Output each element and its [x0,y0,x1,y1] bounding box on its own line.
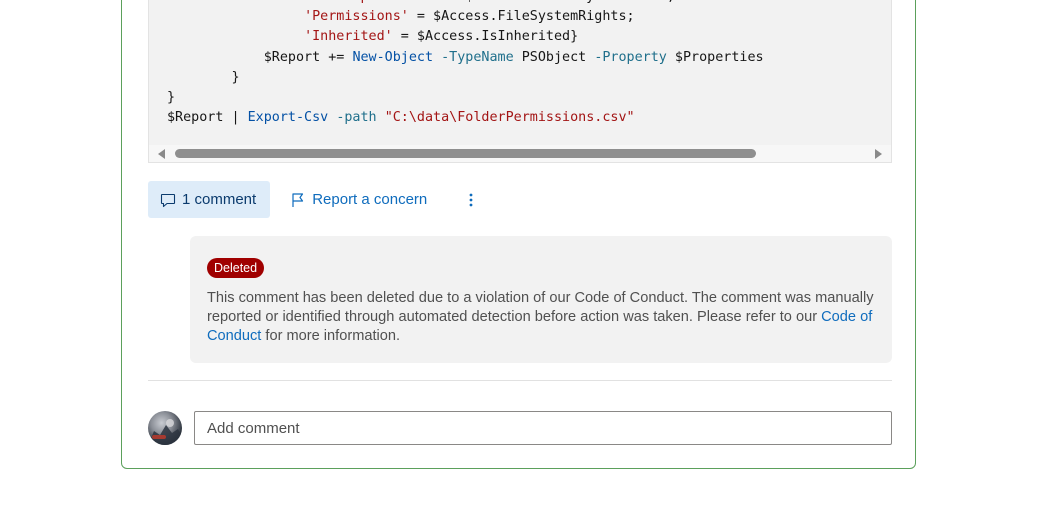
report-concern-button[interactable]: Report a concern [278,181,439,218]
scroll-left-arrow-icon[interactable] [158,149,165,159]
code-line: } [167,68,764,88]
more-vertical-icon [469,193,473,207]
code-token: = $Access.FileSystemRights; [408,9,635,25]
comments-button[interactable]: 1 comment [148,181,271,218]
code-lines: 'ADGroup or User' = $Access.IdentityRefe… [167,0,764,128]
code-token: -path [336,110,377,126]
code-line: 'Inherited' = $Access.IsInherited} [167,27,764,47]
code-token: New-Object [352,49,434,65]
code-token: = $Access.IdentityReference; [441,0,675,4]
code-token: -Property [594,49,667,65]
code-token: -TypeName [441,49,514,65]
code-block: 'ADGroup or User' = $Access.IdentityRefe… [148,0,892,163]
code-token: = $Access.IsInherited} [392,29,579,45]
code-token: $Report | [167,110,248,126]
scroll-right-arrow-icon[interactable] [875,149,882,159]
horizontal-scrollbar[interactable] [149,145,891,162]
deleted-badge: Deleted [207,258,265,278]
code-token: 'Permissions' [304,9,409,25]
deleted-message-before: This comment has been deleted due to a v… [207,290,874,325]
comments-button-label: 1 comment [182,191,257,208]
code-token: } [167,89,176,105]
deleted-comment: Deleted This comment has been deleted du… [190,236,892,363]
user-avatar[interactable] [148,411,182,445]
code-line: $Report | Export-Csv -path "C:\data\Fold… [167,108,764,128]
answer-actions: 1 comment Report a concern [148,181,483,218]
code-token: 'ADGroup or User' [304,0,441,4]
more-options-button[interactable] [459,181,483,218]
comment-icon [160,192,176,208]
code-token: 'Inherited' [304,29,393,45]
deleted-message-after: for more information. [261,328,401,344]
code-token: $Properties [666,49,764,65]
code-token: PSObject [513,49,595,65]
scrollbar-thumb[interactable] [175,149,756,158]
code-line: 'Permissions' = $Access.FileSystemRights… [167,7,764,27]
deleted-message: This comment has been deleted due to a v… [207,289,879,346]
flag-icon [290,192,306,208]
code-line: } [167,88,764,108]
code-token: } [167,69,240,85]
code-token: Export-Csv [247,110,329,126]
report-concern-label: Report a concern [312,191,428,208]
code-line: $Report += New-Object -TypeName PSObject… [167,48,764,68]
code-token: $Report += [167,49,353,65]
comment-divider [148,380,892,381]
add-comment-input[interactable] [194,411,892,445]
code-token: "C:\data\FolderPermissions.csv" [384,110,635,126]
code-line: 'ADGroup or User' = $Access.IdentityRefe… [167,0,764,7]
